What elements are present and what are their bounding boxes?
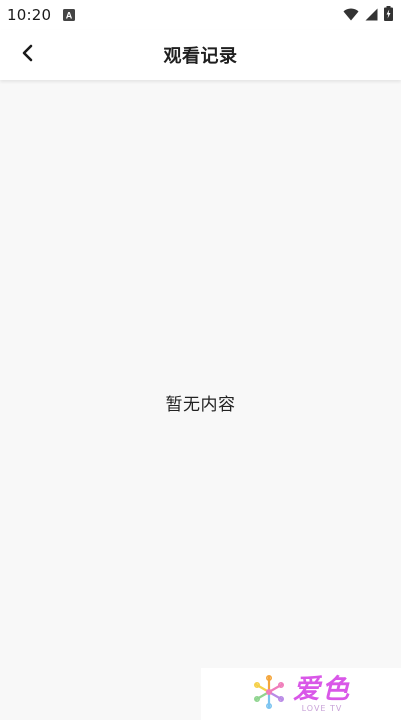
status-icons bbox=[343, 5, 393, 25]
watermark-brand-text: 爱色 bbox=[293, 673, 351, 705]
wifi-icon bbox=[343, 6, 359, 25]
svg-text:A: A bbox=[66, 11, 73, 21]
brand-watermark: 爱色 LOVE TV bbox=[201, 668, 401, 720]
status-time: 10:20 bbox=[7, 6, 52, 24]
battery-charging-icon bbox=[384, 5, 393, 25]
cellular-signal-icon bbox=[365, 6, 378, 25]
app-notification-icon: A bbox=[63, 9, 76, 21]
chevron-left-icon bbox=[21, 44, 35, 66]
watermark-subtitle: LOVE TV bbox=[301, 703, 343, 713]
status-bar: 10:20 A bbox=[0, 0, 401, 30]
back-button[interactable] bbox=[10, 37, 46, 73]
empty-state-message: 暂无内容 bbox=[165, 395, 236, 415]
snowflake-logo-icon bbox=[251, 674, 287, 714]
navigation-bar: 观看记录 bbox=[0, 30, 401, 80]
page-title: 观看记录 bbox=[163, 46, 238, 67]
history-list-area: 暂无内容 bbox=[0, 80, 401, 720]
